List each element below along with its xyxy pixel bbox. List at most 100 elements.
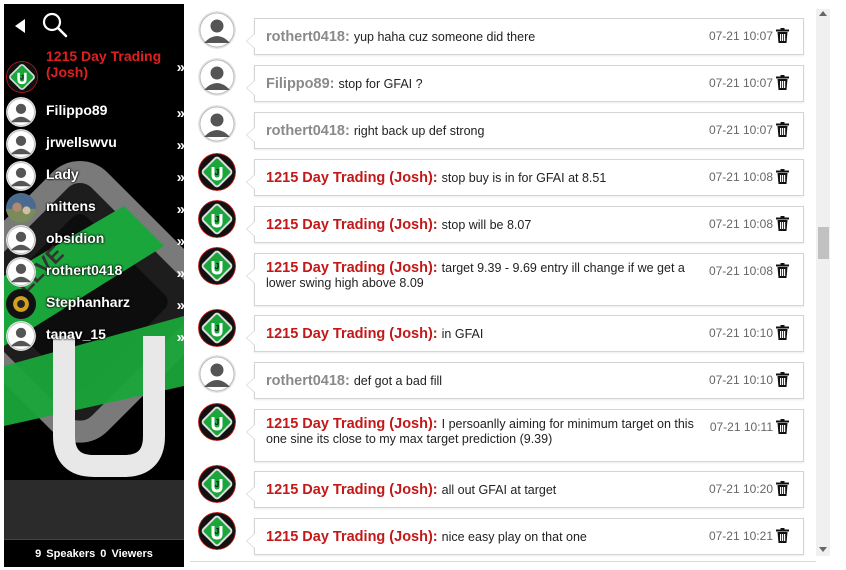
message-bubble: 1215 Day Trading (Josh): in GFAI 07-21 10:… [246,315,804,352]
chat-message: J 1215 Day Trading (Josh): target 9.39 - … [190,247,816,306]
speakers-count: 9 [35,548,42,560]
trash-icon[interactable] [776,28,789,43]
participant-item[interactable]: rothert0418 » [4,256,184,288]
audience-count: 9 Speakers 0 Viewers [4,539,184,567]
chevron-right-icon[interactable]: » [177,105,184,122]
participant-item[interactable]: Filippo89 » [4,96,184,128]
chat-scrollbar[interactable] [816,9,830,556]
message-sender[interactable]: 1215 Day Trading (Josh): [266,260,438,276]
logo-avatar: J [198,512,236,550]
chevron-right-icon[interactable]: » [177,169,184,186]
logo-avatar: J [198,200,236,238]
svg-text:J: J [215,215,219,224]
message-sender[interactable]: 1215 Day Trading (Josh): [266,529,438,545]
message-sender[interactable]: 1215 Day Trading (Josh): [266,416,438,432]
scroll-down-arrow[interactable] [819,547,827,552]
message-sender[interactable]: rothert0418: [266,373,350,389]
message-text: def got a bad fill [353,374,443,388]
participant-item[interactable]: tanav_15 » [4,320,184,352]
photo-avatar [6,193,36,223]
message-content: rothert0418: right back up def strong [266,124,696,139]
message-timestamp: 07-21 10:10 [708,326,773,340]
chevron-right-icon[interactable]: » [177,233,184,250]
app-window: ELVE J 1215 Day Trading (Josh)» Filippo8… [0,0,846,570]
logo-avatar: J [198,247,236,285]
chevron-right-icon[interactable]: » [177,297,184,314]
message-bubble: 1215 Day Trading (Josh): stop will be 8.0… [246,206,804,243]
participant-item[interactable]: Lady » [4,160,184,192]
participants-panel: ELVE J 1215 Day Trading (Josh)» Filippo8… [4,46,184,480]
logo-avatar: J [198,309,236,347]
chevron-right-icon[interactable]: » [177,59,184,76]
trash-icon[interactable] [776,372,789,387]
message-timestamp: 07-21 10:20 [708,482,773,496]
participant-item[interactable]: jrwellswvu » [4,128,184,160]
message-sender[interactable]: 1215 Day Trading (Josh): [266,482,438,498]
trash-icon[interactable] [776,528,789,543]
trash-icon[interactable] [776,481,789,496]
message-timestamp: 07-21 10:08 [708,264,773,278]
chevron-right-icon[interactable]: » [177,201,184,218]
viewers-label: Viewers [111,548,153,560]
message-bubble: 1215 Day Trading (Josh): nice easy play o… [246,518,804,555]
message-sender[interactable]: rothert0418: [266,29,350,45]
chevron-right-icon[interactable]: » [177,137,184,154]
participant-name: jrwellswvu [46,134,117,150]
svg-text:J: J [215,480,219,489]
logo-avatar: J [198,403,236,441]
back-arrow-icon[interactable] [12,17,28,35]
message-sender[interactable]: 1215 Day Trading (Josh): [266,170,438,186]
message-bubble: 1215 Day Trading (Josh): stop buy is in f… [246,159,804,196]
trash-icon[interactable] [776,122,789,137]
message-content: 1215 Day Trading (Josh): stop buy is in f… [266,171,696,186]
message-timestamp: 07-21 10:07 [708,76,773,90]
chat-message: rothert0418: def got a bad fill 07-21 10:1… [190,355,816,399]
participant-name: Stephanharz [46,294,131,310]
svg-text:J: J [215,324,219,333]
message-sender[interactable]: Filippo89: [266,76,334,92]
chat-message-list[interactable]: rothert0418: yup haha cuz someone did the… [190,9,816,565]
chat-message: Filippo89: stop for GFAI ? 07-21 10:07 [190,58,816,102]
message-text: stop buy is in for GFAI at 8.51 [441,171,607,185]
default-avatar [6,161,36,191]
participants-sidebar: ELVE J 1215 Day Trading (Josh)» Filippo8… [4,4,184,567]
trash-icon[interactable] [776,263,789,278]
participant-name: mittens [46,198,96,214]
participant-item[interactable]: J 1215 Day Trading (Josh) » [4,46,184,96]
message-timestamp: 07-21 10:08 [708,170,773,184]
chevron-right-icon[interactable]: » [177,329,184,346]
chat-message: J 1215 Day Trading (Josh): all out GFAI a… [190,465,816,508]
message-text: stop will be 8.07 [441,218,532,232]
trash-icon[interactable] [776,325,789,340]
search-icon[interactable] [41,11,69,39]
participant-item[interactable]: mittens » [4,192,184,224]
message-sender[interactable]: rothert0418: [266,123,350,139]
participant-name: rothert0418 [46,262,123,278]
chat-message: J 1215 Day Trading (Josh): stop buy is in… [190,153,816,196]
message-content: 1215 Day Trading (Josh): target 9.39 - 9.… [266,261,696,291]
default-avatar [6,129,36,159]
trash-icon[interactable] [776,216,789,231]
message-bubble: 1215 Day Trading (Josh): target 9.39 - 9.… [246,253,804,306]
default-avatar [198,11,236,49]
participant-item[interactable]: obsidion » [4,224,184,256]
participant-item[interactable]: Stephanharz » [4,288,184,320]
message-timestamp: 07-21 10:11 [709,420,773,434]
message-sender[interactable]: 1215 Day Trading (Josh): [266,326,438,342]
message-sender[interactable]: 1215 Day Trading (Josh): [266,217,438,233]
trash-icon[interactable] [776,169,789,184]
message-bubble: Filippo89: stop for GFAI ? 07-21 10:07 [246,65,804,102]
chevron-right-icon[interactable]: » [177,265,184,282]
default-avatar [6,257,36,287]
chat-message: rothert0418: yup haha cuz someone did the… [190,11,816,55]
scroll-up-arrow[interactable] [819,11,827,16]
trash-icon[interactable] [776,75,789,90]
message-text: all out GFAI at target [441,483,557,497]
viewers-count: 0 [100,548,107,560]
svg-text:J: J [215,418,219,427]
sidebar-toolbar [4,4,184,46]
trash-icon[interactable] [776,419,789,434]
svg-text:J: J [215,168,219,177]
message-text: yup haha cuz someone did there [353,30,536,44]
scroll-thumb[interactable] [818,227,829,259]
